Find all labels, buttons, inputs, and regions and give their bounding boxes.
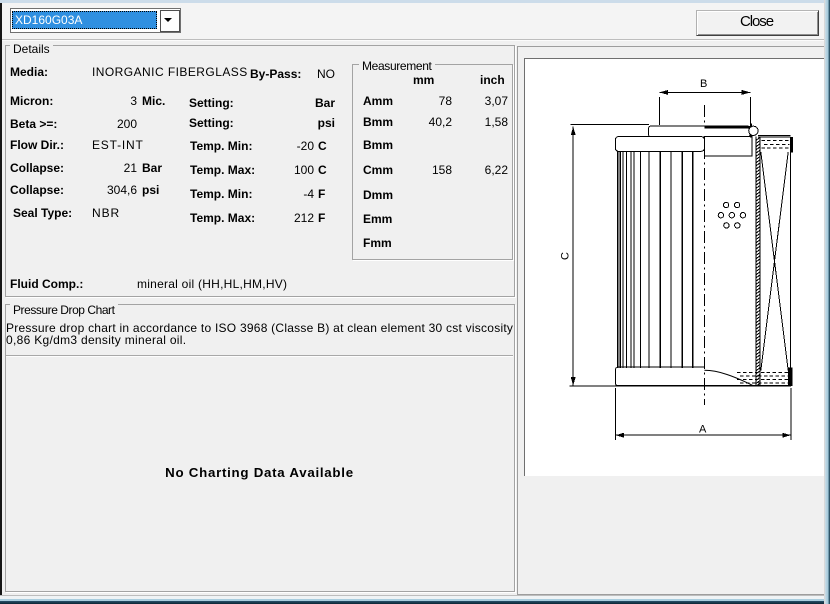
svg-text:A: A [699,423,707,435]
svg-text:C: C [559,252,571,260]
svg-text:B: B [700,78,707,90]
